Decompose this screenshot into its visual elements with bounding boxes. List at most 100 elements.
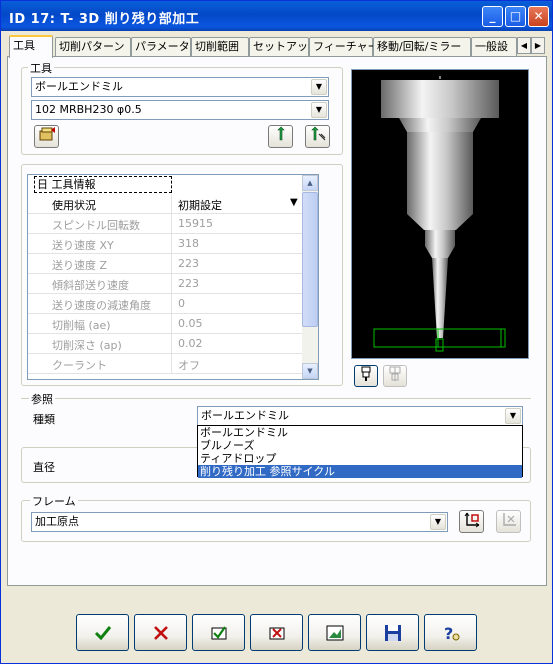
tab-scroll-right-icon[interactable]: ▶ (531, 37, 545, 54)
tab-scroll-left-icon[interactable]: ◀ (517, 37, 531, 54)
tool-type-value: ボールエンドミル (35, 80, 123, 93)
tool-info-header-row[interactable]: 日 工具情報 (28, 175, 304, 195)
scroll-down-icon[interactable]: ▼ (302, 363, 318, 379)
holder-split-icon (389, 366, 401, 381)
tool-name-value: 102 MRBH230 φ0.5 (35, 103, 142, 116)
row-value: 223 (178, 277, 199, 290)
discard-x-icon (269, 627, 284, 640)
dialog-window: ID 17: T- 3D 削り残り部加工 _ □ ✕ 工具 切削パターン パラメ… (0, 0, 553, 664)
tool-library-button[interactable] (34, 125, 59, 148)
table-row[interactable]: クーラント オフ (28, 354, 304, 374)
frame-value: 加工原点 (35, 515, 79, 528)
tab-general[interactable]: 一般設 (471, 37, 517, 57)
table-row[interactable]: スピンドル回転数 15915 (28, 214, 304, 234)
close-button[interactable]: ✕ (528, 6, 549, 27)
row-divider (171, 314, 172, 334)
row-key: 送り速度 XY (52, 239, 114, 252)
svg-text:?: ? (444, 624, 453, 643)
tab-strip: 工具 切削パターン パラメータ 切削範囲 セットアップ フィーチャー 移動/回転… (7, 35, 547, 58)
tool-holder-icon (361, 366, 371, 381)
row-value: 15915 (178, 217, 213, 230)
maximize-button[interactable]: □ (505, 6, 526, 27)
dropdown-option-ball-end-mill[interactable]: ボールエンドミル (198, 426, 522, 439)
table-row[interactable]: 切削深さ (ap) 0.02 (28, 334, 304, 354)
reference-group-legend: 参照 (29, 391, 55, 407)
reference-type-dropdown: ボールエンドミル ブルノーズ ティアドロップ 削り残り加工 参照サイクル (197, 425, 523, 478)
row-value: 初期設定 (178, 199, 222, 212)
dropdown-option-bull-nose[interactable]: ブルノーズ (198, 439, 522, 452)
tool-measure-icon (310, 126, 325, 141)
chevron-down-icon: ▼ (311, 79, 327, 95)
save-button[interactable] (366, 614, 419, 651)
apply-button[interactable] (192, 614, 245, 651)
frame-select[interactable]: 加工原点 ▼ (31, 512, 448, 532)
row-divider (171, 234, 172, 254)
preview-button[interactable] (308, 614, 361, 651)
tool-view-button[interactable] (354, 365, 378, 387)
tool-edit-icon (276, 126, 285, 141)
tool-library-icon (39, 127, 55, 141)
table-row[interactable]: 送り速度 XY 318 (28, 234, 304, 254)
tool-measure-button[interactable] (305, 125, 330, 148)
frame-edit-icon (464, 512, 479, 528)
help-button[interactable]: ? (424, 614, 477, 651)
close-x-icon (153, 626, 168, 640)
row-key: 傾斜部送り速度 (52, 279, 129, 292)
tab-cutting-pattern[interactable]: 切削パターン (55, 37, 131, 57)
row-divider (171, 334, 172, 354)
row-value: 223 (178, 257, 199, 270)
tab-tool[interactable]: 工具 (9, 35, 53, 58)
tool-type-select[interactable]: ボールエンドミル ▼ (31, 77, 329, 97)
tab-setup[interactable]: セットアップ (249, 37, 319, 57)
table-row[interactable]: 使用状況 初期設定 ▼ (28, 194, 304, 214)
frame-delete-button[interactable] (496, 510, 521, 533)
table-row[interactable]: 送り速度 Z 223 (28, 254, 304, 274)
dropdown-option-rest-machining-reference[interactable]: 削り残り加工 参照サイクル (198, 465, 522, 478)
frame-group-legend: フレーム (30, 493, 78, 509)
title-bar[interactable]: ID 17: T- 3D 削り残り部加工 _ □ ✕ (1, 1, 552, 31)
frame-edit-button[interactable] (459, 510, 484, 533)
window-title: ID 17: T- 3D 削り残り部加工 (9, 12, 200, 27)
row-key: 送り速度の減速角度 (52, 299, 151, 312)
reference-type-select[interactable]: ボールエンドミル ▼ (197, 406, 523, 426)
tool-preview-image (373, 76, 506, 352)
ok-button[interactable] (76, 614, 129, 651)
tab-cutting-range[interactable]: 切削範囲 (191, 37, 249, 57)
row-divider (171, 254, 172, 274)
row-key: スピンドル回転数 (52, 219, 140, 232)
table-row[interactable]: 傾斜部送り速度 223 (28, 274, 304, 294)
row-value: 0.02 (178, 337, 203, 350)
row-divider (171, 354, 172, 374)
tab-parameters[interactable]: パラメータ (131, 37, 191, 57)
preview-image-icon (326, 625, 343, 641)
row-value: オフ (178, 359, 200, 372)
floppy-disk-icon (384, 625, 401, 641)
holder-view-button[interactable] (383, 365, 407, 387)
tool-name-select[interactable]: 102 MRBH230 φ0.5 ▼ (31, 100, 329, 120)
scroll-up-icon[interactable]: ▲ (302, 175, 318, 191)
tool-preview-viewport[interactable] (351, 69, 529, 359)
tab-move-rotate-mirror[interactable]: 移動/回転/ミラー (373, 37, 471, 57)
row-key: 使用状況 (52, 199, 96, 212)
scroll-thumb[interactable] (302, 192, 318, 327)
row-divider (171, 194, 172, 214)
tab-feature[interactable]: フィーチャー (309, 37, 379, 57)
discard-button[interactable] (250, 614, 303, 651)
cancel-button[interactable] (134, 614, 187, 651)
table-row[interactable]: 切削幅 (ae) 0.05 (28, 314, 304, 334)
tool-info-grid: 日 工具情報 使用状況 初期設定 ▼ スピンドル回転数 15915 送り速度 X… (27, 174, 319, 380)
dropdown-arrow-icon[interactable]: ▼ (290, 197, 298, 208)
row-value: 0 (178, 297, 185, 310)
apply-check-icon (211, 626, 226, 640)
row-value: 0.05 (178, 317, 203, 330)
table-row[interactable]: 送り速度の減速角度 0 (28, 294, 304, 314)
dropdown-option-teardrop[interactable]: ティアドロップ (198, 452, 522, 465)
tool-info-scrollbar[interactable]: ▲ ▼ (302, 175, 318, 379)
tool-edit-button[interactable] (268, 125, 293, 148)
chevron-down-icon: ▼ (430, 514, 446, 530)
row-key: 切削深さ (ap) (52, 339, 122, 352)
row-divider (171, 294, 172, 314)
reference-type-label: 種類 (33, 413, 55, 426)
row-divider (171, 274, 172, 294)
minimize-button[interactable]: _ (482, 6, 503, 27)
